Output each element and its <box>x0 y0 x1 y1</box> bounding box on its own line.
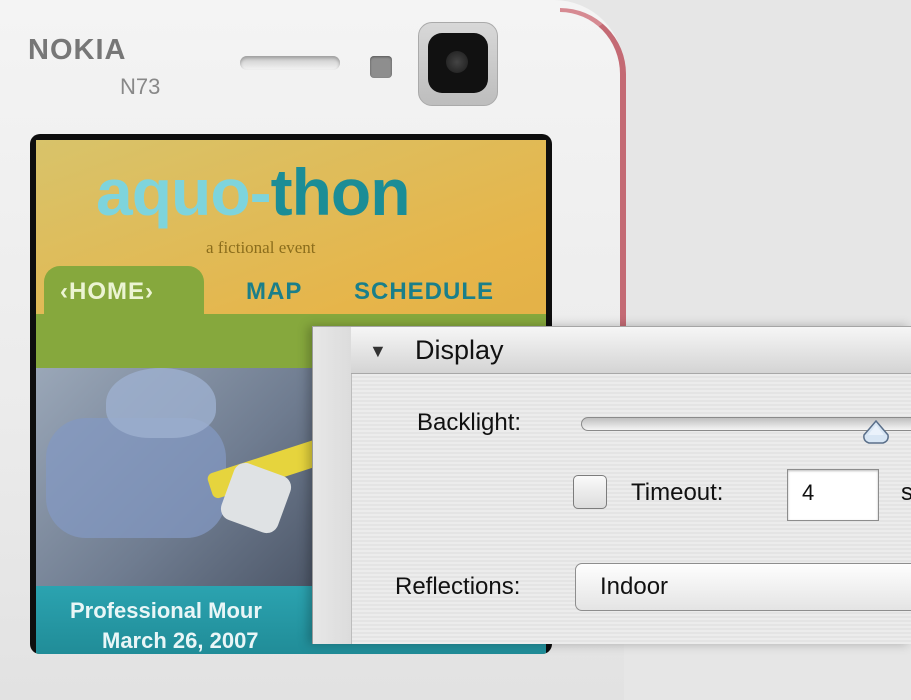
site-title-part2: thon <box>270 155 411 229</box>
nav-map-link[interactable]: MAP <box>246 278 302 306</box>
rider-helmet <box>106 368 216 438</box>
front-camera-icon <box>418 22 498 106</box>
disclosure-triangle-icon[interactable]: ▼ <box>369 341 387 362</box>
site-title: aquo-thon <box>96 154 411 230</box>
nav-home-link[interactable]: ‹HOME› <box>60 278 154 306</box>
display-section-header[interactable]: ▼ Display <box>351 327 911 374</box>
panel-left-gutter <box>313 327 352 644</box>
timeout-checkbox[interactable] <box>573 475 607 509</box>
caption-line-2: March 26, 2007 <box>102 628 259 653</box>
timeout-label: Timeout: <box>631 479 724 506</box>
timeout-unit-label: s <box>901 479 911 506</box>
site-title-part1: aquo- <box>96 155 272 229</box>
light-sensor <box>370 56 392 78</box>
reflections-label: Reflections: <box>395 573 521 600</box>
site-tagline: a fictional event <box>206 238 316 257</box>
reflections-selected-value: Indoor <box>600 573 669 600</box>
phone-rim <box>560 8 626 338</box>
caption-line-1: Professional Mour <box>70 598 262 623</box>
site-nav: ‹HOME› MAP SCHEDULE <box>36 264 546 326</box>
slider-thumb-icon[interactable] <box>861 419 891 447</box>
timeout-input[interactable]: 4 <box>787 469 879 521</box>
nav-schedule-link[interactable]: SCHEDULE <box>354 278 494 306</box>
reflections-select[interactable]: Indoor <box>575 563 911 611</box>
display-settings-panel: ▼ Display Backlight: Timeout: 4 s Reflec… <box>312 326 911 644</box>
phone-model-label: N73 <box>120 74 161 99</box>
earpiece-speaker <box>240 56 340 70</box>
phone-brand-logo: NOKIA <box>28 34 127 66</box>
section-title: Display <box>415 335 504 365</box>
backlight-label: Backlight: <box>417 409 522 436</box>
